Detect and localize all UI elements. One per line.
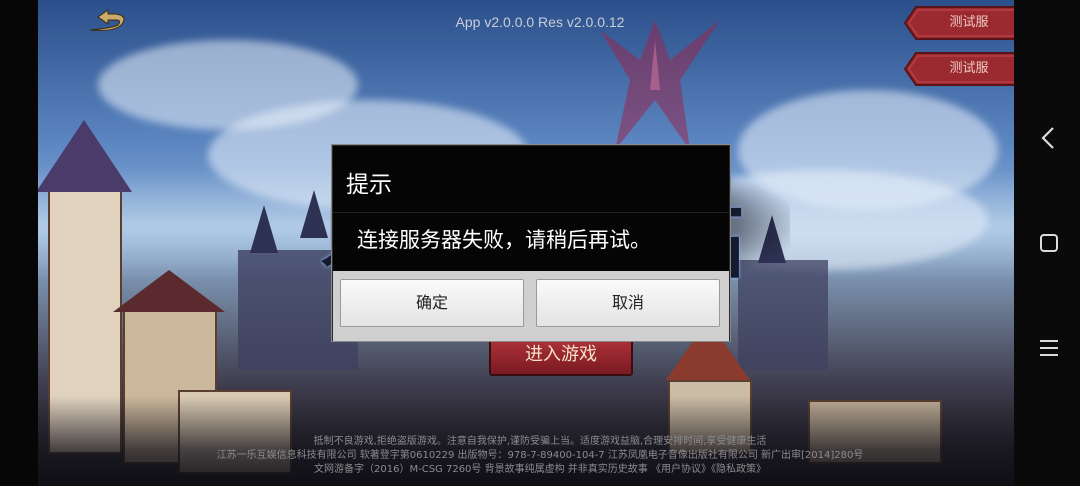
dialog-message: 连接服务器失败，请稍后再试。: [357, 228, 651, 252]
character-silhouette: [600, 20, 720, 150]
dialog-header: [333, 146, 729, 212]
home-icon[interactable]: [1036, 230, 1062, 256]
footer-notice-line-3[interactable]: 文网游备字（2016）M-CSG 7260号 背景故事纯属虚构 并非真实历史故事…: [0, 463, 1080, 477]
menu-icon[interactable]: [1036, 335, 1062, 361]
footer-notice-line-2: 江苏一乐互娱信息科技有限公司 软著登字第0610229 出版物号：978-7-8…: [216, 450, 864, 461]
left-edge: [0, 0, 38, 486]
cancel-button[interactable]: 取消: [536, 279, 720, 327]
dialog-title: 提示: [346, 172, 392, 198]
enter-game-button[interactable]: 进入游戏: [489, 336, 633, 376]
confirm-button[interactable]: 确定: [340, 279, 524, 327]
alert-dialog: 提示 连接服务器失败，请稍后再试。 确定 取消: [331, 144, 731, 342]
footer-notice-line-1: 抵制不良游戏,拒绝盗版游戏。注意自我保护,谨防受骗上当。适度游戏益脑,合理安排时…: [313, 436, 767, 447]
back-icon[interactable]: [1036, 125, 1062, 151]
